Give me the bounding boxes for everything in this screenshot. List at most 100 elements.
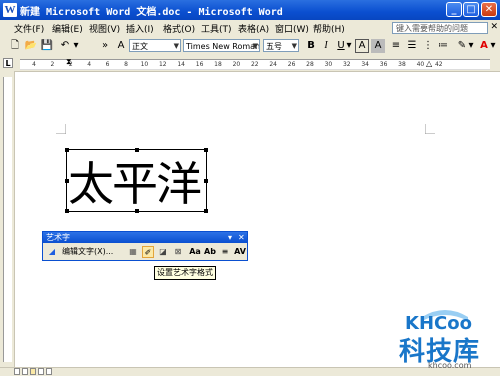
top-left-margin-mark [56,124,66,134]
save-icon[interactable]: 💾 [40,39,54,53]
menu-view[interactable]: 视图(V) [89,22,120,35]
reading-view-icon[interactable] [46,368,52,375]
wordart-toolbar-titlebar[interactable]: 艺术字 ▾ ✕ [43,232,247,243]
style-select-arrow-icon[interactable]: ▼ [174,40,179,51]
maximize-button[interactable]: □ [463,2,479,17]
menu-bar: 文件(F) 编辑(E) 视图(V) 插入(I) 格式(O) 工具(T) 表格(A… [0,20,500,38]
highlight-dropdown-icon[interactable]: ▾ [467,39,475,53]
ruler-tick-label: 2 [50,61,55,68]
resize-handle-top[interactable] [135,148,139,152]
character-spacing-icon[interactable]: AV [234,246,246,258]
wordart-shape-icon[interactable]: ◪ [157,246,169,258]
open-folder-icon[interactable]: 📂 [24,39,38,53]
same-letter-heights-icon[interactable]: Aa [189,246,201,258]
vertical-ruler[interactable] [0,71,15,367]
close-button[interactable]: ✕ [481,2,497,17]
new-document-icon[interactable]: 🗋 [8,39,22,53]
numbering-icon[interactable]: ⋮ [421,39,435,53]
text-wrapping-icon[interactable]: ⊠ [172,246,184,258]
format-wordart-tooltip: 设置艺术字格式 [154,266,216,280]
menu-window[interactable]: 窗口(W) [275,22,309,35]
web-layout-view-icon[interactable] [22,368,28,375]
resize-handle-left[interactable] [65,179,69,183]
resize-handle-bottom-right[interactable] [204,209,208,213]
ruler-tick-label: 16 [195,61,204,68]
ruler-tick-label: 30 [324,61,333,68]
line-spacing-icon[interactable]: ☰ [405,39,419,53]
font-select-arrow-icon[interactable]: ▼ [253,40,258,51]
resize-handle-bottom[interactable] [135,209,139,213]
ruler-tick-label: 6 [105,61,110,68]
underline-dropdown-icon[interactable]: ▾ [345,39,353,53]
resize-handle-top-left[interactable] [65,148,69,152]
top-right-margin-mark [425,124,435,134]
character-shading-button[interactable]: A [371,39,385,53]
help-search-input[interactable]: 键入需要帮助的问题 [392,22,488,34]
font-size-select[interactable]: 五号 ▼ [263,39,299,52]
bold-button[interactable]: B [304,39,318,53]
watermark-url: khcoo.com [428,361,472,370]
ruler-tick-label: 4 [32,61,36,68]
align-justify-icon[interactable]: ≡ [389,39,403,53]
wordart-object[interactable]: 太平洋 [65,148,208,214]
resize-handle-right[interactable] [204,179,208,183]
normal-view-icon[interactable] [14,368,20,375]
minimize-button[interactable]: _ [446,2,462,17]
font-color-dropdown-icon[interactable]: ▾ [489,39,497,53]
italic-button[interactable]: I [319,39,333,53]
wordart-toolbar: 艺术字 ▾ ✕ ◢ 编辑文字(X)... ▦ ✐ ◪ ⊠ Aa Ab ≡ AV [42,231,248,261]
right-indent-icon[interactable]: △ [426,59,432,68]
resize-handle-bottom-left[interactable] [65,209,69,213]
undo-icon[interactable]: ↶ [58,39,72,53]
ruler-tick-label: 12 [158,61,167,68]
ruler-tick-label: 2 [68,61,73,68]
outline-view-icon[interactable] [38,368,44,375]
font-select[interactable]: Times New Roman ▼ [183,39,260,52]
styles-pane-icon[interactable]: A [114,39,128,53]
horizontal-ruler[interactable]: L ⧗ △ 4 2 2 4 6 8 10 12 14 16 18 20 22 24 26 28 30 32 34 36… [0,55,500,72]
style-select[interactable]: 正文 ▼ [129,39,181,52]
ruler-tick-label: 42 [434,61,443,68]
ruler-tick-label: 36 [379,61,388,68]
style-select-value: 正文 [132,42,148,51]
vertical-text-icon[interactable]: Ab [204,246,216,258]
insert-wordart-icon[interactable]: ◢ [46,246,58,258]
resize-handle-top-right[interactable] [204,148,208,152]
tab-selector[interactable]: L [3,58,13,68]
menu-format[interactable]: 格式(O) [163,22,195,35]
toolbar-options-dropdown-icon[interactable]: ▾ [228,232,232,243]
font-size-arrow-icon[interactable]: ▼ [292,40,297,51]
formatting-toolbar: 🗋 📂 💾 ↶ ▾ » A 正文 ▼ Times New Roman ▼ 五号 ▼ B… [0,37,500,56]
character-border-button[interactable]: A [355,39,369,53]
ruler-tick-label: 32 [342,61,351,68]
ruler-tick-label: 24 [269,61,278,68]
ruler-tick-label: 38 [398,61,406,68]
ruler-tick-label: 14 [177,61,186,68]
menu-edit[interactable]: 编辑(E) [52,22,83,35]
edit-text-button[interactable]: 编辑文字(X)... [62,246,113,258]
menu-tools[interactable]: 工具(T) [201,22,232,35]
print-layout-view-icon[interactable] [30,368,36,375]
undo-dropdown-icon[interactable]: ▾ [72,39,80,53]
font-size-value: 五号 [266,42,282,51]
ruler-tick-label: 34 [361,61,370,68]
ruler-track[interactable]: ⧗ △ 4 2 2 4 6 8 10 12 14 16 18 20 22 24 26 28 30 32 34 36 38… [20,57,490,70]
menu-help[interactable]: 帮助(H) [313,22,345,35]
wordart-text[interactable]: 太平洋 [68,148,202,214]
title-bar: W 新建 Microsoft Word 文档.doc - Microsoft W… [0,0,500,20]
word-app-icon[interactable]: W [3,3,17,17]
ruler-tick-label: 8 [124,61,128,68]
ruler-tick-label: 20 [232,61,241,68]
doc-close-icon[interactable]: ✕ [490,22,498,32]
menu-file[interactable]: 文件(F) [14,22,44,35]
wordart-toolbar-close-icon[interactable]: ✕ [238,232,245,243]
wordart-gallery-icon[interactable]: ▦ [127,246,139,258]
toolbar-options-icon[interactable]: » [98,39,112,53]
menu-insert[interactable]: 插入(I) [126,22,154,35]
wordart-alignment-icon[interactable]: ≡ [219,246,231,258]
vertical-ruler-track[interactable] [3,77,12,362]
bullets-icon[interactable]: ≔ [436,39,450,53]
menu-table[interactable]: 表格(A) [238,22,269,35]
ruler-tick-label: 26 [287,61,296,68]
format-wordart-icon[interactable]: ✐ [142,246,154,258]
